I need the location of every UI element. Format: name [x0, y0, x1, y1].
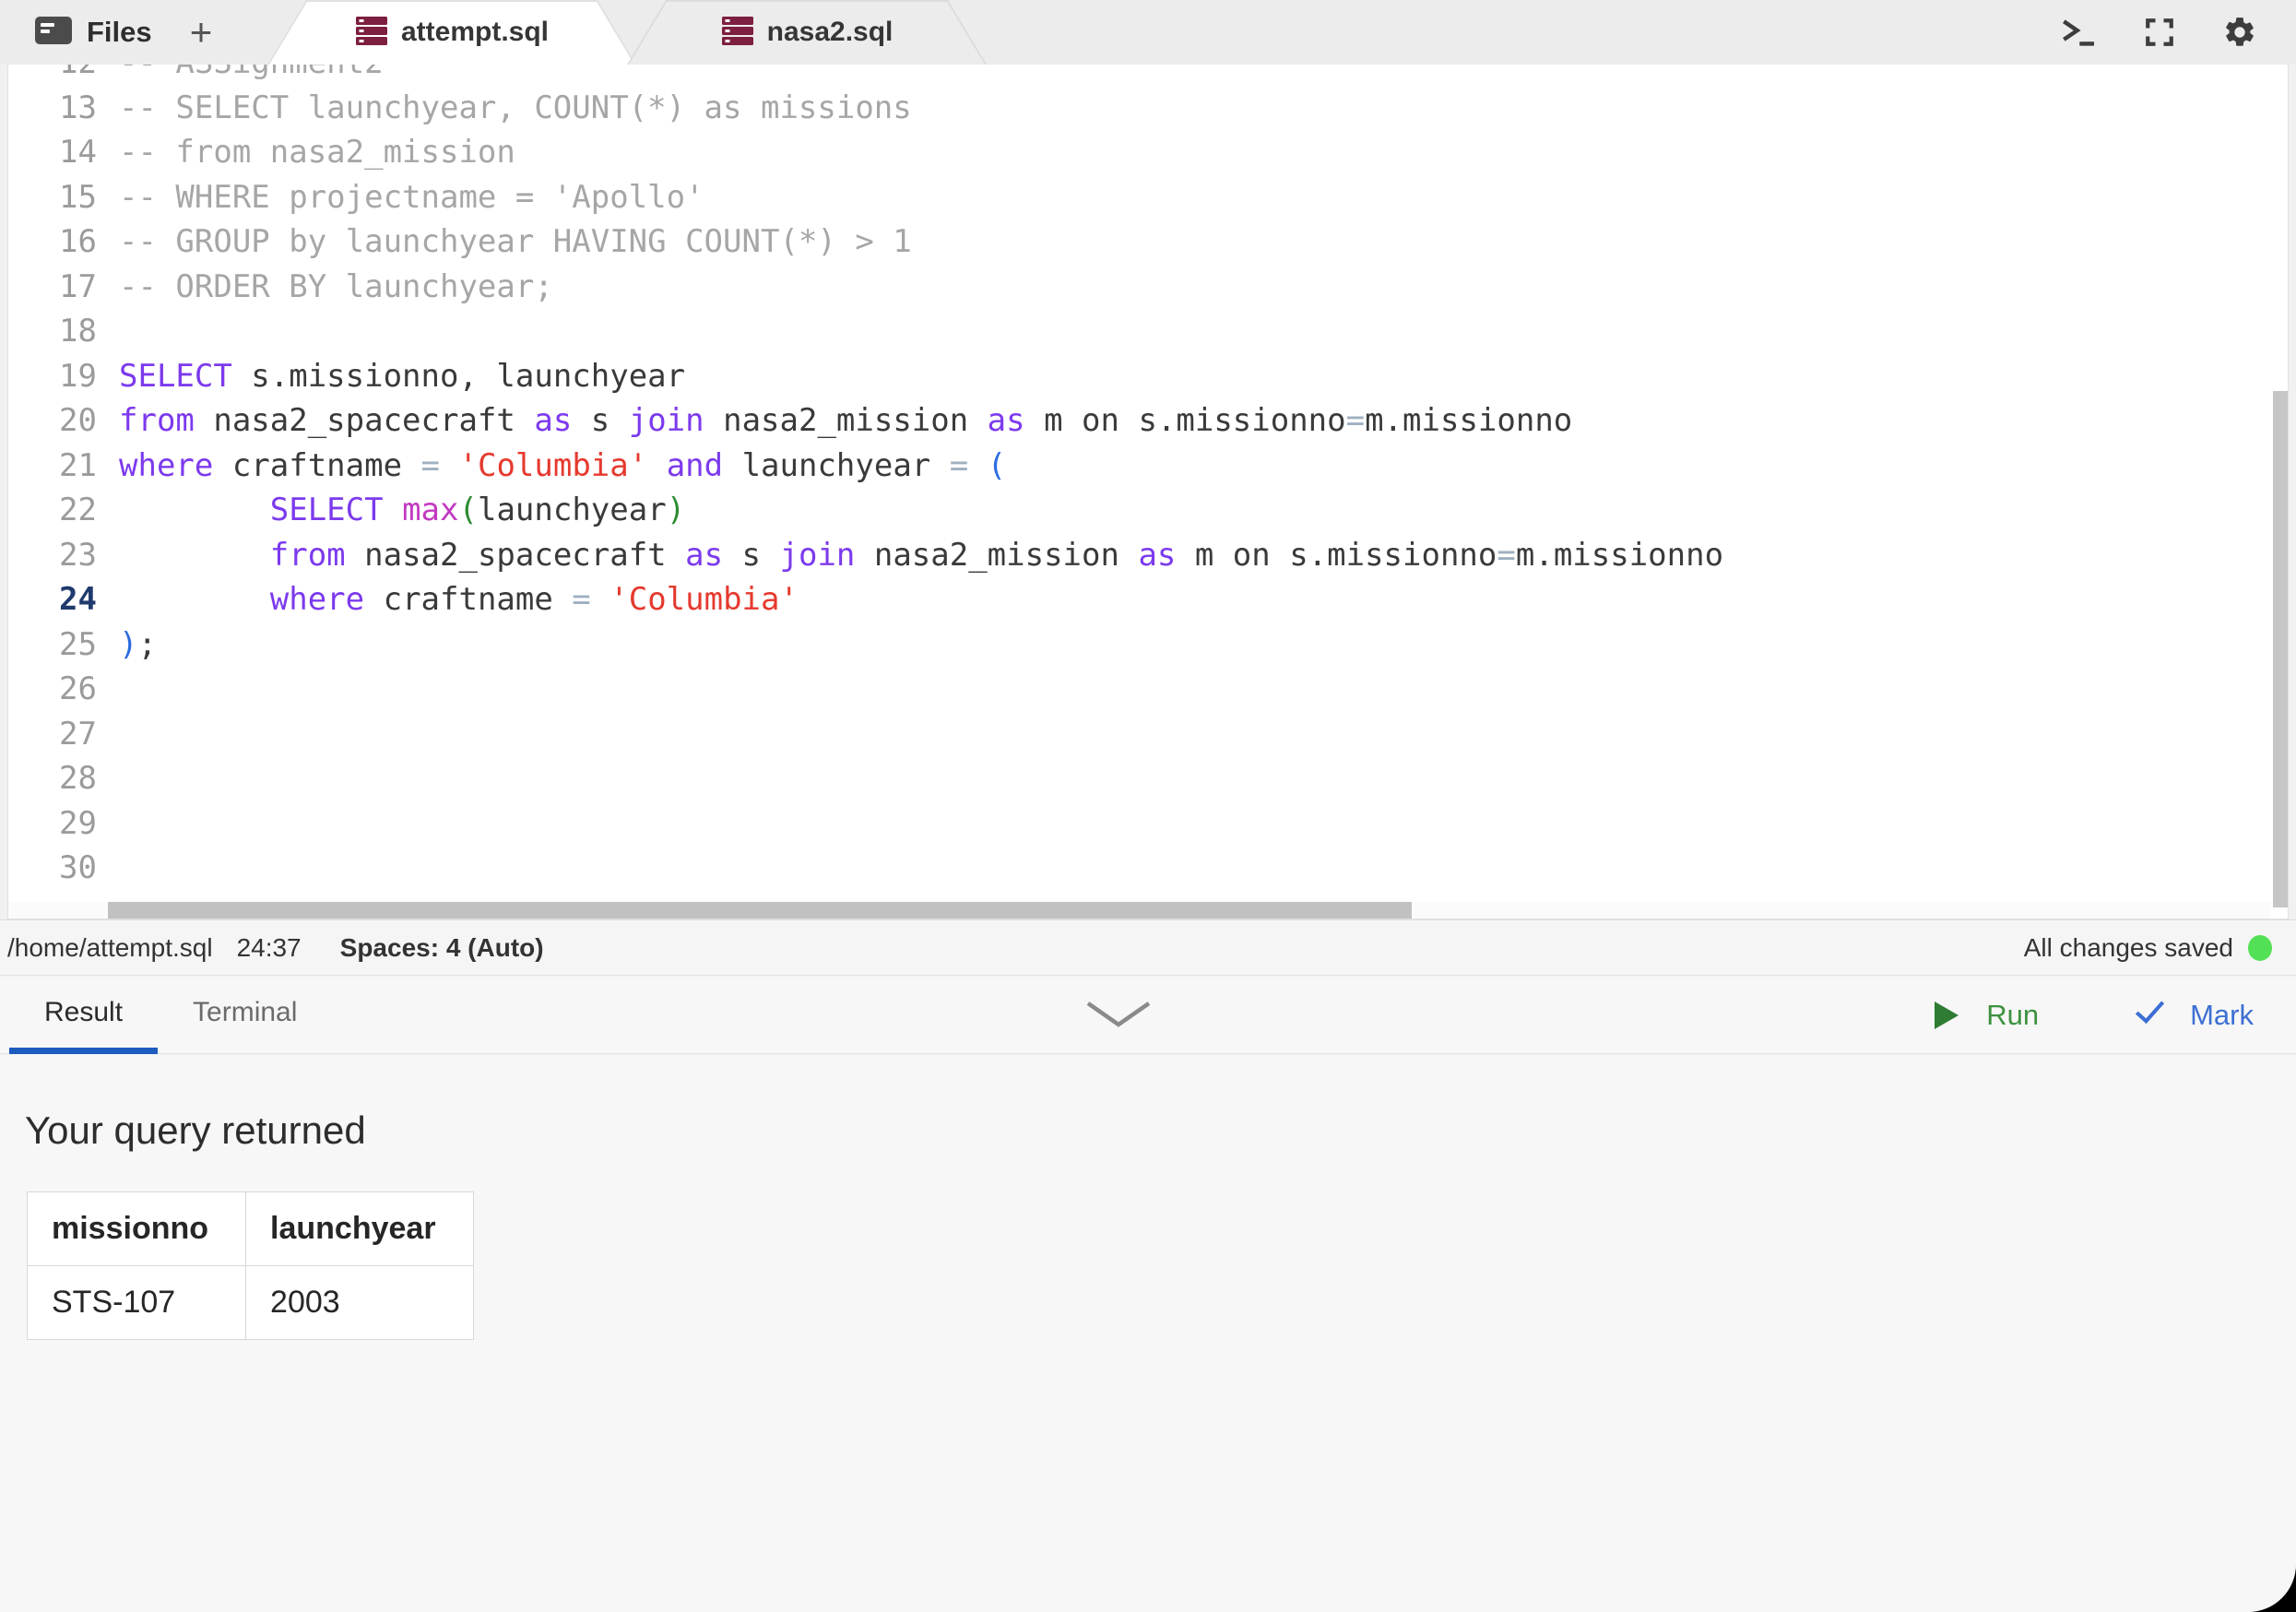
code-line-30[interactable]: 30	[8, 846, 2288, 891]
sql-file-icon	[721, 14, 754, 52]
code-text: where craftname = 'Columbia' and launchy…	[119, 444, 1006, 489]
mark-button[interactable]: Mark	[2135, 999, 2254, 1032]
code-editor[interactable]: 12 -- ASSignment2 13 -- SELECT launchyear, …	[7, 65, 2289, 919]
line-number: 30	[8, 846, 97, 891]
code-line-13[interactable]: 13 -- SELECT launchyear, COUNT(*) as miss…	[8, 86, 2288, 131]
code-text: -- GROUP by launchyear HAVING COUNT(*) >…	[119, 219, 912, 265]
code-line-15[interactable]: 15 -- WHERE projectname = 'Apollo'	[8, 175, 2288, 220]
code-line-19[interactable]: 19 SELECT s.missionno, launchyear	[8, 354, 2288, 399]
table-row: STS-1072003	[28, 1266, 474, 1340]
code-line-23[interactable]: 23 from nasa2_spacecraft as s join nasa2…	[8, 533, 2288, 578]
code-line-25[interactable]: 25);	[8, 622, 2288, 668]
result-panel-bar: Result Terminal Run Mark	[0, 977, 2296, 1054]
file-path: /home/attempt.sql	[7, 933, 213, 963]
line-number: 15	[8, 175, 97, 220]
code-text: SELECT s.missionno, launchyear	[119, 354, 685, 399]
line-number: 17	[8, 265, 97, 310]
code-line-20[interactable]: 20 from nasa2_spacecraft as s join nasa2_…	[8, 398, 2288, 444]
code-text: -- ORDER BY launchyear;	[119, 265, 553, 310]
table-cell: 2003	[246, 1266, 474, 1340]
result-panel: Your query returned missionno launchyear…	[0, 1055, 2296, 1612]
terminal-icon[interactable]	[2060, 17, 2097, 48]
code-text: -- from nasa2_mission	[119, 130, 515, 175]
table-cell: STS-107	[28, 1266, 246, 1340]
top-bar: Files + attempt.sql nasa2.sql	[0, 0, 2296, 65]
line-number: 22	[8, 488, 97, 533]
fullscreen-icon[interactable]	[2143, 16, 2176, 49]
code-text: from nasa2_spacecraft as s join nasa2_mi…	[119, 398, 1572, 444]
code-text: );	[119, 622, 157, 668]
tab-nasa2-sql[interactable]: nasa2.sql	[627, 0, 987, 65]
code-line-14[interactable]: 14 -- from nasa2_mission	[8, 130, 2288, 175]
code-text: -- SELECT launchyear, COUNT(*) as missio…	[119, 86, 912, 131]
play-icon	[1935, 1002, 1959, 1029]
line-number: 19	[8, 354, 97, 399]
column-header: launchyear	[246, 1192, 474, 1266]
line-number: 20	[8, 398, 97, 444]
line-number: 13	[8, 86, 97, 131]
line-number: 21	[8, 444, 97, 489]
status-bar: /home/attempt.sql 24:37 Spaces: 4 (Auto)…	[0, 919, 2296, 976]
tab-result[interactable]: Result	[9, 977, 158, 1054]
code-line-26[interactable]: 26	[8, 667, 2288, 712]
new-tab-button[interactable]: +	[181, 0, 221, 65]
line-number: 18	[8, 309, 97, 354]
sql-editor-app: Files + attempt.sql nasa2.sql	[0, 0, 2296, 1612]
code-line-16[interactable]: 16 -- GROUP by launchyear HAVING COUNT(*)…	[8, 219, 2288, 265]
run-button[interactable]: Run	[1935, 999, 2039, 1032]
line-number: 26	[8, 667, 97, 712]
code-line-27[interactable]: 27	[8, 712, 2288, 757]
chevron-down-icon[interactable]	[1086, 1001, 1151, 1033]
line-number: 12	[8, 65, 97, 86]
files-icon	[35, 16, 72, 50]
horizontal-scrollbar-track	[8, 902, 2271, 919]
line-number: 14	[8, 130, 97, 175]
green-dot-icon	[2248, 935, 2272, 961]
gear-icon[interactable]	[2222, 15, 2257, 50]
save-status-label: All changes saved	[2024, 933, 2233, 963]
line-number: 25	[8, 622, 97, 668]
code-line-28[interactable]: 28	[8, 756, 2288, 801]
code-line-21[interactable]: 21 where craftname = 'Columbia' and launc…	[8, 444, 2288, 489]
tab-terminal[interactable]: Terminal	[158, 977, 332, 1054]
code-text: from nasa2_spacecraft as s join nasa2_mi…	[119, 533, 1723, 578]
table-header-row: missionno launchyear	[28, 1192, 474, 1266]
line-number: 23	[8, 533, 97, 578]
tab-label: nasa2.sql	[767, 17, 894, 48]
code-line-29[interactable]: 29	[8, 801, 2288, 847]
files-button-label: Files	[87, 16, 152, 49]
vertical-scrollbar[interactable]	[2273, 391, 2288, 907]
mark-button-label: Mark	[2190, 999, 2254, 1032]
line-number: 28	[8, 756, 97, 801]
line-number: 16	[8, 219, 97, 265]
result-heading: Your query returned	[25, 1108, 366, 1153]
indentation-setting[interactable]: Spaces: 4 (Auto)	[340, 933, 544, 963]
code-line-18[interactable]: 18	[8, 309, 2288, 354]
code-text: -- ASSignment2	[119, 65, 384, 86]
line-number: 27	[8, 712, 97, 757]
code-line-22[interactable]: 22 SELECT max(launchyear)	[8, 488, 2288, 533]
run-button-label: Run	[1986, 999, 2039, 1032]
code-line-12[interactable]: 12 -- ASSignment2	[8, 65, 2288, 86]
line-number: 29	[8, 801, 97, 847]
code-line-24[interactable]: 24 where craftname = 'Columbia'	[8, 577, 2288, 622]
table-body: STS-1072003	[28, 1266, 474, 1340]
check-icon	[2135, 999, 2166, 1032]
column-header: missionno	[28, 1192, 246, 1266]
files-button[interactable]: Files	[35, 0, 152, 65]
horizontal-scrollbar[interactable]	[108, 902, 1412, 919]
cursor-position: 24:37	[237, 933, 302, 963]
result-table: missionno launchyear STS-1072003	[27, 1191, 474, 1340]
code-text: -- WHERE projectname = 'Apollo'	[119, 175, 704, 220]
tab-label: attempt.sql	[401, 17, 549, 48]
sql-file-icon	[355, 14, 388, 52]
line-number: 24	[8, 577, 97, 622]
tab-attempt-sql[interactable]: attempt.sql	[267, 0, 636, 65]
code-lines: 12 -- ASSignment2 13 -- SELECT launchyear, …	[8, 65, 2288, 891]
code-text: SELECT max(launchyear)	[119, 488, 685, 533]
code-text: where craftname = 'Columbia'	[119, 577, 799, 622]
code-line-17[interactable]: 17 -- ORDER BY launchyear;	[8, 265, 2288, 310]
